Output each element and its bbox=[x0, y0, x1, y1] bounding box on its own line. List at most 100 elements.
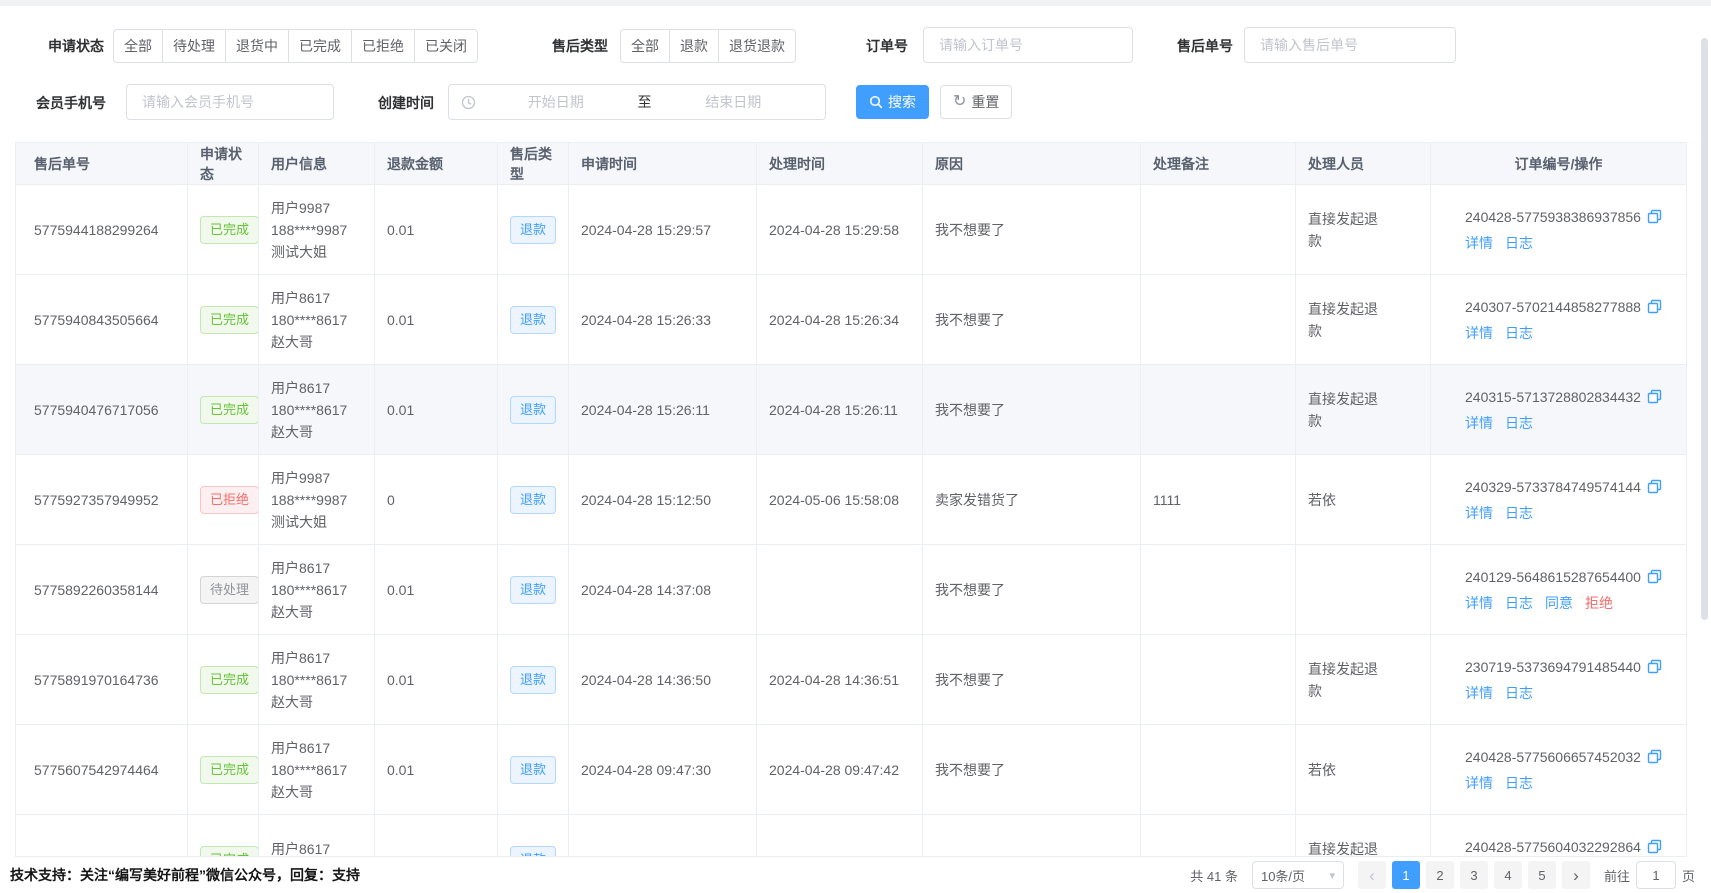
cell-amount: 0.01 bbox=[375, 365, 498, 454]
type-badge: 退款 bbox=[510, 396, 556, 424]
user-info-line: 赵大哥 bbox=[271, 691, 362, 713]
status-badge: 已完成 bbox=[200, 666, 259, 694]
filter-apply-status-option-3[interactable]: 已完成 bbox=[288, 29, 352, 63]
cell-handler: 直接发起退款 bbox=[1296, 815, 1431, 856]
reset-button[interactable]: ↻ 重置 bbox=[940, 85, 1012, 119]
action-log[interactable]: 日志 bbox=[1505, 502, 1533, 524]
column-header-4: 售后类型 bbox=[498, 143, 569, 184]
apply-status-label: 申请状态 bbox=[48, 37, 104, 55]
filter-apply-status-option-0[interactable]: 全部 bbox=[113, 29, 163, 63]
user-info-line: 用户9987 bbox=[271, 467, 362, 489]
filter-aftersale-type-option-2[interactable]: 退货退款 bbox=[718, 29, 796, 63]
create-time-range-picker[interactable]: 开始日期 至 结束日期 bbox=[448, 84, 826, 120]
cell-reason: 我不想要了 bbox=[923, 545, 1141, 634]
footer-bar: 技术支持：关注“编写美好前程”微信公众号，回复：支持 共 41 条 10条/页 … bbox=[0, 857, 1711, 893]
action-log[interactable]: 日志 bbox=[1505, 412, 1533, 434]
refresh-icon: ↻ bbox=[953, 95, 966, 109]
action-detail[interactable]: 详情 bbox=[1465, 772, 1493, 794]
order-no-line: 240428-5775606657452032 bbox=[1465, 746, 1674, 768]
copy-icon[interactable] bbox=[1647, 839, 1662, 854]
goto-page-input[interactable] bbox=[1636, 861, 1676, 889]
action-log[interactable]: 日志 bbox=[1505, 592, 1533, 614]
next-page-button[interactable]: › bbox=[1562, 861, 1590, 889]
start-date-placeholder[interactable]: 开始日期 bbox=[476, 92, 636, 112]
filter-aftersale-type-option-1[interactable]: 退款 bbox=[669, 29, 719, 63]
filter-apply-status-option-5[interactable]: 已关闭 bbox=[414, 29, 478, 63]
cell-order: 240428-5775606657452032 详情日志 bbox=[1431, 725, 1686, 814]
page-button-1[interactable]: 1 bbox=[1392, 861, 1420, 889]
page-size-value: 10条/页 bbox=[1261, 866, 1305, 885]
filter-apply-status-option-1[interactable]: 待处理 bbox=[162, 29, 226, 63]
action-detail[interactable]: 详情 bbox=[1465, 592, 1493, 614]
user-info-line: 用户8617 bbox=[271, 287, 362, 309]
column-header-10: 订单编号/操作 bbox=[1431, 143, 1686, 184]
total-count: 共 41 条 bbox=[1190, 866, 1238, 885]
page-size-select[interactable]: 10条/页 ▾ bbox=[1252, 861, 1344, 889]
action-log[interactable]: 日志 bbox=[1505, 772, 1533, 794]
copy-icon[interactable] bbox=[1647, 749, 1662, 764]
order-no-input[interactable] bbox=[923, 27, 1133, 63]
action-detail[interactable]: 详情 bbox=[1465, 322, 1493, 344]
filter-apply-status-option-2[interactable]: 退货中 bbox=[225, 29, 289, 63]
end-date-placeholder[interactable]: 结束日期 bbox=[654, 92, 814, 112]
column-header-9: 处理人员 bbox=[1296, 143, 1431, 184]
filter-apply-status-option-4[interactable]: 已拒绝 bbox=[351, 29, 415, 63]
status-badge: 已完成 bbox=[200, 396, 259, 424]
page-button-5[interactable]: 5 bbox=[1528, 861, 1556, 889]
member-phone-input[interactable] bbox=[126, 84, 334, 120]
filter-aftersale-type-option-0[interactable]: 全部 bbox=[620, 29, 670, 63]
aftersale-no-input[interactable] bbox=[1244, 27, 1456, 63]
row-actions: 详情日志同意拒绝 bbox=[1465, 592, 1674, 614]
page-button-4[interactable]: 4 bbox=[1494, 861, 1522, 889]
action-log[interactable]: 日志 bbox=[1505, 682, 1533, 704]
action-detail[interactable]: 详情 bbox=[1465, 412, 1493, 434]
cell-handle-time: 2024-04-28 14:36:51 bbox=[757, 635, 923, 724]
table-row-4: 5775892260358144待处理用户8617180****8617赵大哥0… bbox=[16, 545, 1686, 635]
cell-status: 已完成 bbox=[188, 365, 259, 454]
apply-status-button-group: 全部待处理退货中已完成已拒绝已关闭 bbox=[113, 29, 478, 63]
cell-order: 240129-5648615287654400详情日志同意拒绝 bbox=[1431, 545, 1686, 634]
cell-handler: 直接发起退款 bbox=[1296, 185, 1431, 274]
vertical-scrollbar[interactable] bbox=[1701, 38, 1708, 620]
user-info-line: 188****9987 bbox=[271, 489, 362, 511]
copy-icon[interactable] bbox=[1647, 479, 1662, 494]
search-button[interactable]: 搜索 bbox=[856, 85, 929, 119]
page-button-3[interactable]: 3 bbox=[1460, 861, 1488, 889]
order-no-text: 240315-5713728802834432 bbox=[1465, 386, 1641, 408]
column-header-8: 处理备注 bbox=[1141, 143, 1296, 184]
order-no-text: 240428-5775604032292864 bbox=[1465, 836, 1641, 857]
cell-user: 用户8617180****8617赵大哥 bbox=[259, 545, 375, 634]
cell-user: 用户9987188****9987测试大姐 bbox=[259, 185, 375, 274]
copy-icon[interactable] bbox=[1647, 389, 1662, 404]
cell-type: 退款 bbox=[498, 185, 569, 274]
cell-remark bbox=[1141, 185, 1296, 274]
row-actions: 详情日志 bbox=[1465, 412, 1674, 434]
order-no-text: 230719-5373694791485440 bbox=[1465, 656, 1641, 678]
cell-reason: 我不想要了 bbox=[923, 275, 1141, 364]
copy-icon[interactable] bbox=[1647, 299, 1662, 314]
action-approve[interactable]: 同意 bbox=[1545, 592, 1573, 614]
order-no-label: 订单号 bbox=[866, 37, 908, 55]
action-detail[interactable]: 详情 bbox=[1465, 232, 1493, 254]
action-detail[interactable]: 详情 bbox=[1465, 502, 1493, 524]
page-button-2[interactable]: 2 bbox=[1426, 861, 1454, 889]
user-info-line: 180****8617 bbox=[271, 309, 362, 331]
status-badge: 待处理 bbox=[200, 576, 259, 604]
prev-page-button[interactable]: ‹ bbox=[1358, 861, 1386, 889]
cell-handle-time: 2024-04-28 15:26:11 bbox=[757, 365, 923, 454]
copy-icon[interactable] bbox=[1647, 659, 1662, 674]
cell-type: 退款 bbox=[498, 725, 569, 814]
status-badge: 已完成 bbox=[200, 756, 259, 784]
action-log[interactable]: 日志 bbox=[1505, 322, 1533, 344]
action-reject[interactable]: 拒绝 bbox=[1585, 592, 1613, 614]
action-detail[interactable]: 详情 bbox=[1465, 682, 1493, 704]
action-log[interactable]: 日志 bbox=[1505, 232, 1533, 254]
cell-reason: 我不想要了 bbox=[923, 725, 1141, 814]
cell-reason: 卖家发错货了 bbox=[923, 455, 1141, 544]
cell-remark bbox=[1141, 545, 1296, 634]
cell-apply-time: 2024-04-28 15:26:33 bbox=[569, 275, 757, 364]
copy-icon[interactable] bbox=[1647, 209, 1662, 224]
user-info-line: 用户8617 bbox=[271, 838, 362, 857]
row-actions: 详情日志 bbox=[1465, 772, 1674, 794]
copy-icon[interactable] bbox=[1647, 569, 1662, 584]
